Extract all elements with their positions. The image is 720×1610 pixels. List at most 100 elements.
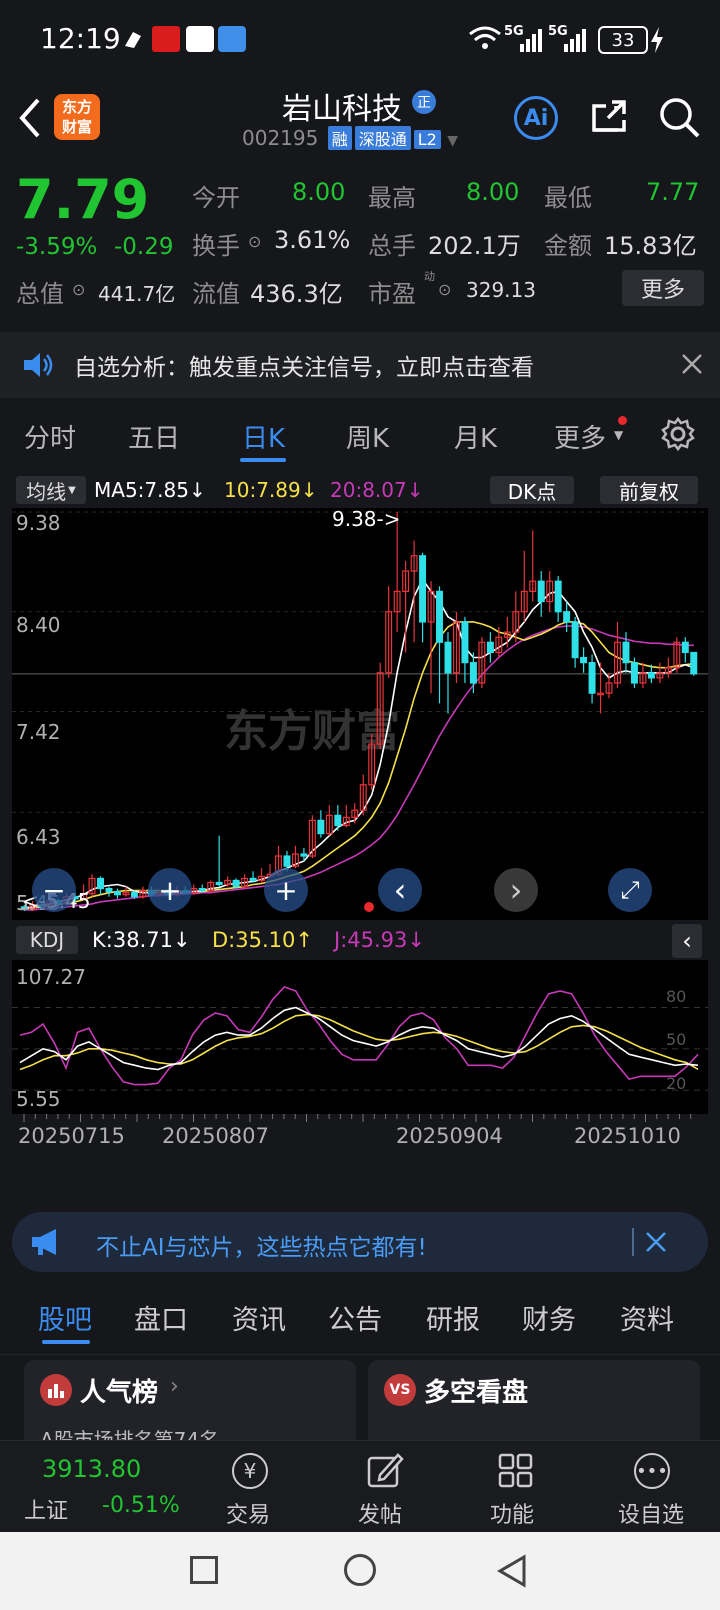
y-tick-label: 6.43 <box>16 825 61 849</box>
x-axis: 20250715 20250807 20250904 20251010 <box>12 1114 708 1202</box>
tab-finance[interactable]: 财务 <box>522 1298 576 1337</box>
candle-body <box>198 887 206 892</box>
close-icon[interactable] <box>644 1230 668 1258</box>
ai-assistant-button[interactable]: Ai <box>514 96 558 140</box>
add-button[interactable]: + <box>264 868 308 912</box>
grid-icon <box>498 1453 534 1493</box>
candle-body <box>113 891 121 896</box>
pe-label: 市盈 <box>368 280 416 308</box>
next-button[interactable]: › <box>494 868 538 912</box>
nav-trade-label: 交易 <box>226 1503 271 1528</box>
dk-point-button[interactable]: DK点 <box>490 476 574 504</box>
tab-announcements[interactable]: 公告 <box>328 1298 382 1337</box>
tag-connect: 深股通 <box>354 126 411 150</box>
back-button[interactable] <box>14 96 44 144</box>
info-icon[interactable]: ⊙ <box>438 280 451 299</box>
tab-profile[interactable]: 资料 <box>620 1298 674 1337</box>
tab-monthly-k[interactable]: 月K <box>454 418 497 455</box>
verified-badge: 正 <box>412 90 436 114</box>
chart-watermark: 东方财富 <box>224 706 400 757</box>
candlestick-chart[interactable]: 东方财富 9.38 8.40 7.42 6.43 5.45 9.38-> <-5… <box>12 508 708 920</box>
analysis-notice[interactable]: 自选分析：触发重点关注信号，立即点击查看 <box>0 332 720 398</box>
ma5-value: MA5:7.85 <box>94 478 189 502</box>
tag-level2: L2 <box>413 130 441 149</box>
tab-daily-k[interactable]: 日K <box>242 418 285 455</box>
kdj-level-80: 80 <box>666 987 686 1006</box>
tab-research[interactable]: 研报 <box>426 1298 480 1337</box>
kdj-select[interactable]: KDJ <box>16 926 78 954</box>
ma-select-label: 均线 <box>26 479 67 504</box>
close-icon[interactable] <box>680 352 704 380</box>
mktcap-value: 441.7亿 <box>98 282 176 306</box>
zoom-in-button[interactable]: + <box>148 868 192 912</box>
nav-post[interactable]: 发帖 <box>344 1441 424 1533</box>
tab-news[interactable]: 资讯 <box>232 1298 286 1337</box>
nav-add-watchlist[interactable]: ••• 设自选 <box>604 1441 704 1533</box>
tab-weekly-k[interactable]: 周K <box>346 418 389 455</box>
high-value: 8.00 <box>466 178 520 206</box>
kdj-d-value: D:35.10 <box>212 928 296 952</box>
adjust-price-button[interactable]: 前复权 <box>600 476 698 504</box>
prev-button[interactable]: ‹ <box>378 868 422 912</box>
share-icon[interactable] <box>590 96 630 142</box>
candle-body <box>130 892 138 898</box>
stock-code-row: 002195 融深股通 L2 ▼ <box>242 126 458 150</box>
low-value: 7.77 <box>646 178 700 206</box>
wifi-icon <box>468 24 502 56</box>
volume-label: 总手 <box>368 232 416 260</box>
pe-value: 329.13 <box>466 278 536 302</box>
vs-icon: VS <box>384 1374 416 1406</box>
signal-icon-1 <box>518 28 544 56</box>
stock-code: 002195 <box>242 126 319 150</box>
tab-guba[interactable]: 股吧 <box>38 1298 92 1337</box>
app-notify-icon-2 <box>186 26 214 52</box>
index-ticker[interactable]: 3913.80 上证 -0.51% <box>0 1441 190 1533</box>
candle-body <box>580 656 588 664</box>
content-tabs: 股吧 盘口 资讯 公告 研报 财务 资料 <box>0 1284 720 1355</box>
nav-functions[interactable]: 功能 <box>476 1441 556 1533</box>
kdj-top-value: 107.27 <box>16 965 86 989</box>
candle-body <box>554 580 562 613</box>
chart-grid <box>12 511 708 813</box>
home-button[interactable] <box>344 1554 376 1586</box>
chevron-down-icon[interactable]: ▼ <box>447 133 458 149</box>
battery-icon: 33 <box>598 26 648 54</box>
tab-intraday[interactable]: 分时 <box>24 418 76 455</box>
collapse-button[interactable]: ‹ <box>672 924 702 958</box>
bull-bear-card[interactable]: VS 多空看盘 <box>368 1360 700 1440</box>
high-label: 最高 <box>368 184 416 212</box>
kdj-d-arrow: ↑ <box>295 928 313 952</box>
info-icon[interactable]: ⊙ <box>72 280 85 299</box>
candle-body <box>461 621 469 664</box>
kdj-j-line <box>19 985 699 1086</box>
back-nav-button[interactable] <box>496 1554 528 1592</box>
candle-body <box>690 651 698 675</box>
tab-order-book[interactable]: 盘口 <box>134 1298 188 1337</box>
kdj-bottom-value: 5.55 <box>16 1087 61 1111</box>
status-time: 12:19 <box>40 22 121 55</box>
x-tick-label: 20250715 <box>18 1124 125 1148</box>
gear-icon[interactable] <box>660 416 696 456</box>
nav-trade[interactable]: ¥ 交易 <box>212 1441 292 1533</box>
popularity-card[interactable]: 人气榜 › A股市场排名第74名 <box>24 1360 356 1440</box>
more-button[interactable]: 更多 <box>622 270 704 306</box>
kline-chart-area[interactable]: 均线 ▼ MA5:7.85↓ 10:7.89↓ 20:8.07↓ DK点 前复权 … <box>12 472 708 1202</box>
kdj-chart[interactable]: 107.27 5.55 80 50 20 <box>12 960 708 1114</box>
change-percent: -3.59% <box>16 234 98 260</box>
recents-button[interactable] <box>190 1556 218 1584</box>
quote-panel: 7.79 -3.59% -0.29 总值 ⊙ 441.7亿 今开 8.00 最高… <box>0 164 720 332</box>
pe-superscript: 动 <box>424 270 435 283</box>
tab-more[interactable]: 更多 <box>554 418 606 455</box>
fullscreen-button[interactable]: ⤢ <box>608 868 652 912</box>
ma-select[interactable]: 均线 ▼ <box>16 476 86 504</box>
search-icon[interactable] <box>658 96 702 144</box>
promo-banner[interactable]: 不止AI与芯片，这些热点它都有! <box>12 1212 708 1272</box>
index-change: -0.51% <box>102 1493 180 1518</box>
popularity-rank: A股市场排名第74名 <box>40 1428 220 1440</box>
info-icon[interactable]: ⊙ <box>248 232 261 251</box>
zoom-out-button[interactable]: − <box>32 868 76 912</box>
nav-functions-label: 功能 <box>490 1503 535 1528</box>
megaphone-icon <box>30 1226 64 1262</box>
tab-five-day[interactable]: 五日 <box>128 418 180 455</box>
feature-cards: 人气榜 › A股市场排名第74名 VS 多空看盘 <box>0 1356 720 1440</box>
